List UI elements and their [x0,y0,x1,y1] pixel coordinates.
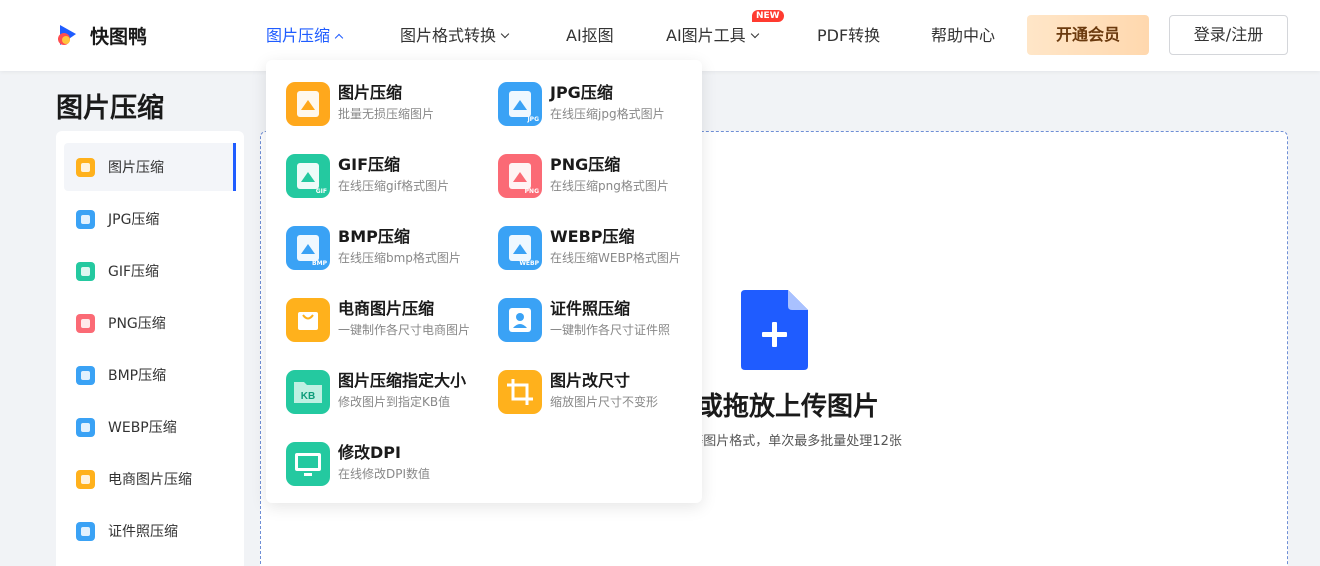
menu-item-bmp[interactable]: BMP BMP压缩 在线压缩bmp格式图片 [286,222,491,272]
nav-label: PDF转换 [817,26,881,45]
webp-icon [76,417,95,437]
menu-item-ecommerce[interactable]: 电商图片压缩 一键制作各尺寸电商图片 [286,294,491,344]
menu-item-desc: 在线压缩bmp格式图片 [338,251,461,265]
sidebar-item-png[interactable]: PNG压缩 [64,299,236,347]
image-compress-icon [76,157,95,177]
monitor-icon [286,442,330,486]
menu-item-title: JPG压缩 [550,83,613,102]
menu-item-title: 修改DPI [338,443,401,462]
menu-item-jpg[interactable]: JPG JPG压缩 在线压缩jpg格式图片 [498,78,703,128]
nav-label: 帮助中心 [931,26,996,45]
sidebar-item-label: 电商图片压缩 [108,472,192,488]
sidebar-item-label: BMP压缩 [108,368,167,384]
login-register-button[interactable]: 登录/注册 [1169,15,1288,55]
chevron-up-icon [334,33,344,43]
menu-item-title: WEBP压缩 [550,227,635,246]
menu-item-title: 图片压缩 [338,83,403,102]
menu-item-dpi[interactable]: 修改DPI 在线修改DPI数值 [286,438,491,488]
sidebar-item-label: 图片压缩 [108,160,164,176]
page-title: 图片压缩 [56,93,164,124]
nav-help-center[interactable]: 帮助中心 [931,26,995,46]
chevron-down-icon [500,29,510,39]
menu-item-title: 电商图片压缩 [338,299,435,318]
nav-ai-cutout[interactable]: AI抠图 [566,26,614,46]
bmp-icon: BMP [286,226,330,270]
sidebar: 图片压缩 JPG压缩 GIF压缩 PNG压缩 BMP压缩 WEBP压缩 电商图片… [56,131,244,566]
sidebar-item-gif[interactable]: GIF压缩 [64,247,236,295]
jpg-icon [76,209,95,229]
sidebar-item-id-photo[interactable]: 证件照压缩 [64,507,236,555]
menu-item-kb-size[interactable]: KB 图片压缩指定大小 修改图片到指定KB值 [286,366,491,416]
id-photo-icon [76,521,95,541]
shopping-bag-icon [286,298,330,342]
menu-item-title: 图片改尺寸 [550,371,631,390]
sidebar-item-ecommerce[interactable]: 电商图片压缩 [64,455,236,503]
brand-name: 快图鸭 [90,25,148,48]
kb-folder-icon: KB [286,370,330,414]
webp-icon: WEBP [498,226,542,270]
menu-item-desc: 在线压缩WEBP格式图片 [550,251,681,265]
menu-item-desc: 一键制作各尺寸电商图片 [338,323,471,337]
sidebar-item-label: GIF压缩 [108,264,160,280]
nav-label: 图片压缩 [266,26,331,45]
menu-item-gif[interactable]: GIF GIF压缩 在线压缩gif格式图片 [286,150,491,200]
nav-label: 图片格式转换 [400,26,497,45]
menu-item-desc: 修改图片到指定KB值 [338,395,451,409]
menu-item-desc: 在线压缩gif格式图片 [338,179,450,193]
nav-label: AI抠图 [566,26,614,45]
sidebar-item-label: WEBP压缩 [108,420,177,436]
sidebar-item-webp[interactable]: WEBP压缩 [64,403,236,451]
menu-item-title: PNG压缩 [550,155,621,174]
menu-item-webp[interactable]: WEBP WEBP压缩 在线压缩WEBP格式图片 [498,222,703,272]
gif-icon [76,261,95,281]
image-compress-dropdown: 图片压缩 批量无损压缩图片 JPG JPG压缩 在线压缩jpg格式图片 GIF … [266,60,702,503]
menu-item-title: GIF压缩 [338,155,401,174]
shopping-bag-icon [76,469,95,489]
gif-icon: GIF [286,154,330,198]
menu-item-title: 证件照压缩 [550,299,631,318]
nav-image-compress[interactable]: 图片压缩 [266,26,344,46]
menu-item-id-photo[interactable]: 证件照压缩 一键制作各尺寸证件照 [498,294,703,344]
png-icon [76,313,95,333]
nav-pdf-convert[interactable]: PDF转换 [817,26,880,46]
bmp-icon [76,365,95,385]
sidebar-item-label: 证件照压缩 [108,524,178,540]
nav-label: AI图片工具 [666,26,746,45]
menu-item-title: 图片压缩指定大小 [338,371,467,390]
menu-item-image-compress[interactable]: 图片压缩 批量无损压缩图片 [286,78,491,128]
new-badge: NEW [752,10,784,22]
id-photo-icon [498,298,542,342]
menu-item-desc: 在线压缩png格式图片 [550,179,669,193]
chevron-down-icon [750,29,759,39]
menu-item-desc: 缩放图片尺寸不变形 [550,395,659,409]
png-icon: PNG [498,154,542,198]
vip-button[interactable]: 开通会员 [1027,15,1149,55]
sidebar-item-image-compress[interactable]: 图片压缩 [64,143,236,191]
svg-text:KB: KB [301,391,315,402]
nav-ai-image-tools[interactable]: AI图片工具 [666,26,759,46]
image-compress-icon [286,82,330,126]
sidebar-item-jpg[interactable]: JPG压缩 [64,195,236,243]
menu-item-resize[interactable]: 图片改尺寸 缩放图片尺寸不变形 [498,366,703,416]
sidebar-item-label: JPG压缩 [108,212,160,228]
menu-item-title: BMP压缩 [338,227,410,246]
brand-logo[interactable]: 快图鸭 [56,22,147,48]
add-file-icon [741,290,808,370]
menu-item-desc: 批量无损压缩图片 [338,107,435,121]
menu-item-desc: 在线压缩jpg格式图片 [550,107,665,121]
nav-format-convert[interactable]: 图片格式转换 [400,26,510,46]
sidebar-item-bmp[interactable]: BMP压缩 [64,351,236,399]
logo-icon [58,25,76,45]
menu-item-desc: 在线修改DPI数值 [338,467,431,481]
menu-item-png[interactable]: PNG PNG压缩 在线压缩png格式图片 [498,150,703,200]
menu-item-desc: 一键制作各尺寸证件照 [550,323,671,337]
jpg-icon: JPG [498,82,542,126]
sidebar-item-label: PNG压缩 [108,316,166,332]
crop-icon [498,370,542,414]
